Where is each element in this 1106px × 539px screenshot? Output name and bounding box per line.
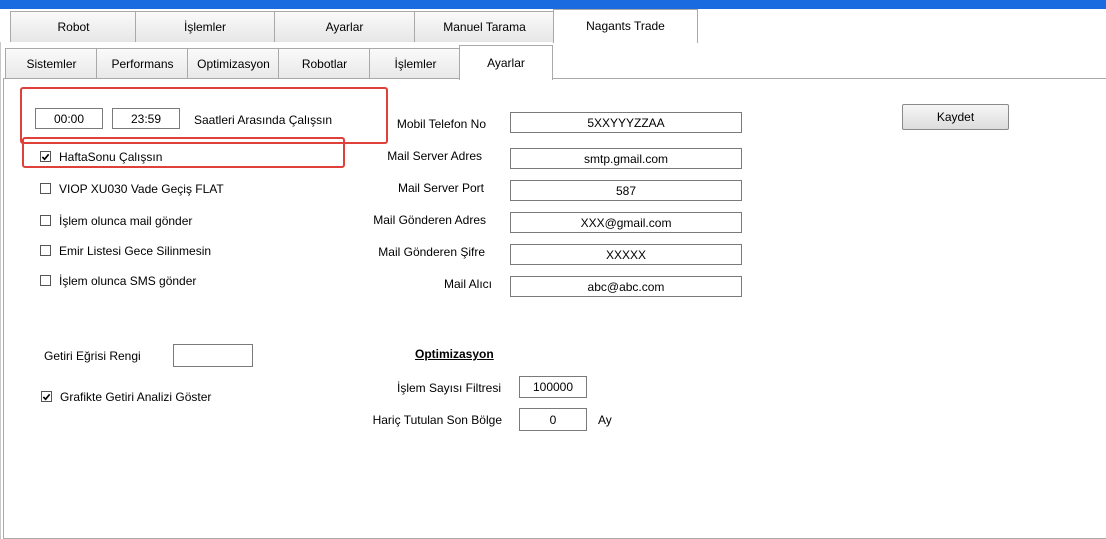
viop-label: VIOP XU030 Vade Geçiş FLAT <box>59 182 224 196</box>
tab-inner-ayarlar[interactable]: Ayarlar <box>459 45 553 80</box>
tab-nagants-trade[interactable]: Nagants Trade <box>553 9 698 43</box>
tab-optimizasyon-label: Optimizasyon <box>197 57 270 71</box>
tab-nagants-trade-label: Nagants Trade <box>586 18 665 33</box>
keep-orders-checkbox[interactable] <box>40 245 51 256</box>
window-top-bar <box>0 0 1106 9</box>
tab-ayarlar[interactable]: Ayarlar <box>274 11 415 42</box>
mail-port-value: 587 <box>615 183 637 198</box>
mail-port-label: Mail Server Port <box>397 181 484 195</box>
excluded-period-label: Hariç Tutulan Son Bölge <box>372 413 502 427</box>
tab-robot-label: Robot <box>57 20 90 34</box>
tab-ayarlar-label: Ayarlar <box>325 20 364 34</box>
mobile-field[interactable]: 5XXYYYZZAA <box>510 112 742 133</box>
return-curve-color-label: Getiri Eğrisi Rengi <box>44 349 141 363</box>
mail-password-field[interactable]: XXXXX <box>510 244 742 265</box>
mail-password-value: XXXXX <box>605 247 647 262</box>
tab-robot[interactable]: Robot <box>10 11 137 42</box>
excluded-period-field[interactable]: 0 <box>519 408 587 431</box>
viop-checkbox[interactable] <box>40 183 51 194</box>
mobile-value: 5XXYYYZZAA <box>587 115 665 130</box>
tab-islemler[interactable]: İşlemler <box>135 11 275 42</box>
mail-recipient-label: Mail Alıcı <box>443 277 492 291</box>
mail-sender-value: XXX@gmail.com <box>580 215 672 230</box>
trade-count-filter-value: 100000 <box>532 380 574 394</box>
keep-orders-label: Emir Listesi Gece Silinmesin <box>59 244 212 258</box>
save-button-label: Kaydet <box>936 110 975 124</box>
tab-manuel-tarama-label: Manuel Tarama <box>443 20 526 34</box>
tab-robotlar[interactable]: Robotlar <box>278 48 371 79</box>
tab-performans-label: Performans <box>111 57 174 71</box>
save-button[interactable]: Kaydet <box>902 104 1009 130</box>
sms-on-trade-label: İşlem olunca SMS gönder <box>59 274 197 288</box>
mail-server-value: smtp.gmail.com <box>583 151 669 166</box>
tab-inner-ayarlar-label: Ayarlar <box>487 56 525 70</box>
tab-inner-islemler-label: İşlemler <box>394 57 437 71</box>
mail-sender-field[interactable]: XXX@gmail.com <box>510 212 742 233</box>
mail-on-trade-checkbox[interactable] <box>40 215 51 226</box>
tab-performans[interactable]: Performans <box>96 48 189 79</box>
tab-manuel-tarama[interactable]: Manuel Tarama <box>414 11 555 42</box>
mail-recipient-value: abc@abc.com <box>587 279 665 294</box>
mail-port-field[interactable]: 587 <box>510 180 742 201</box>
show-return-analysis-label: Grafikte Getiri Analizi Göster <box>60 390 212 404</box>
schedule-highlight <box>20 87 388 144</box>
mail-password-label: Mail Gönderen Şifre <box>378 245 485 259</box>
tab-inner-islemler[interactable]: İşlemler <box>369 48 462 79</box>
tab-sistemler[interactable]: Sistemler <box>5 48 98 79</box>
sms-on-trade-checkbox[interactable] <box>40 275 51 286</box>
tab-optimizasyon[interactable]: Optimizasyon <box>187 48 280 79</box>
checkmark-icon <box>42 393 51 400</box>
optimization-title: Optimizasyon <box>415 347 494 361</box>
tab-robotlar-label: Robotlar <box>301 57 348 71</box>
show-return-analysis-checkbox[interactable] <box>41 391 52 402</box>
mail-sender-label: Mail Gönderen Adres <box>373 213 486 227</box>
excluded-period-unit: Ay <box>598 413 612 427</box>
tab-islemler-label: İşlemler <box>183 20 226 34</box>
mail-server-label: Mail Server Adres <box>387 149 482 163</box>
weekend-highlight <box>22 137 345 168</box>
mail-recipient-field[interactable]: abc@abc.com <box>510 276 742 297</box>
tab-sistemler-label: Sistemler <box>26 57 77 71</box>
mail-server-field[interactable]: smtp.gmail.com <box>510 148 742 169</box>
main-tab-strip: Robot İşlemler Ayarlar Manuel Tarama Nag… <box>0 9 1106 43</box>
trade-count-filter-field[interactable]: 100000 <box>519 376 587 398</box>
mobile-label: Mobil Telefon No <box>396 117 486 131</box>
return-curve-color-field[interactable] <box>173 344 253 367</box>
mail-on-trade-label: İşlem olunca mail gönder <box>59 214 193 228</box>
excluded-period-value: 0 <box>549 412 557 427</box>
trade-count-filter-label: İşlem Sayısı Filtresi <box>396 381 501 395</box>
